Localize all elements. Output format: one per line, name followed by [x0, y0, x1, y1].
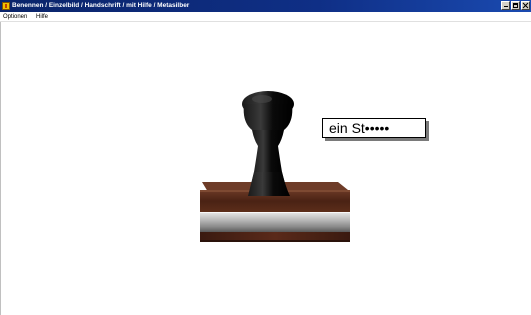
- window-controls: [501, 1, 530, 10]
- app-window: Benennen / Einzelbild / Handschrift / mi…: [0, 0, 531, 315]
- word-hint-card[interactable]: ein St•••••: [322, 118, 426, 138]
- app-icon[interactable]: [2, 2, 10, 10]
- title-bar[interactable]: Benennen / Einzelbild / Handschrift / mi…: [0, 0, 531, 12]
- menu-hilfe[interactable]: Hilfe: [36, 12, 48, 22]
- window-title: Benennen / Einzelbild / Handschrift / mi…: [12, 2, 190, 9]
- menu-bar: Optionen Hilfe: [0, 12, 531, 22]
- word-hint-text: ein St•••••: [329, 120, 390, 136]
- stamp-picture: [190, 88, 360, 246]
- menu-optionen[interactable]: Optionen: [3, 12, 27, 22]
- rubber-stamp-icon: [200, 91, 350, 242]
- maximize-button[interactable]: [511, 1, 520, 10]
- minimize-button[interactable]: [501, 1, 510, 10]
- close-button[interactable]: [521, 1, 530, 10]
